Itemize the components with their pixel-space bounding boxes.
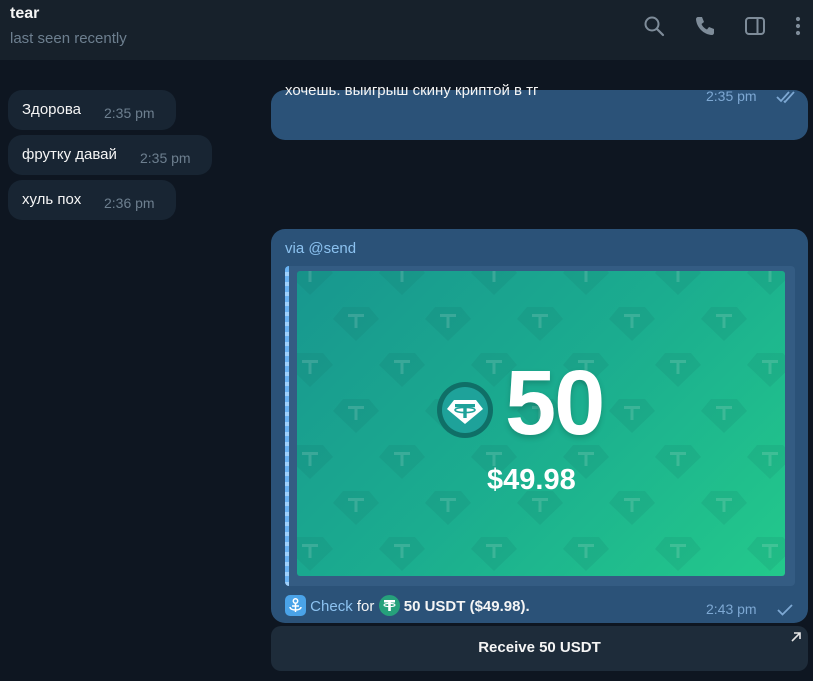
- crypto-check-message[interactable]: via @send 50 $49.98 Check for 50 USDT ($…: [271, 229, 808, 623]
- double-check-icon: [776, 90, 798, 104]
- external-link-arrow-icon: [791, 632, 801, 642]
- check-amount: 50: [505, 352, 605, 454]
- message-time: 2:36 pm: [104, 195, 155, 211]
- usdt-coin-icon: [437, 382, 493, 438]
- crypto-bot-icon: [285, 595, 306, 616]
- incoming-message[interactable]: хуль пох 2:36 pm: [8, 180, 176, 220]
- via-bot-label[interactable]: via @send: [285, 240, 356, 257]
- chat-header: tear last seen recently: [0, 0, 813, 60]
- message-text: Здорова: [22, 101, 81, 118]
- check-preview[interactable]: 50 $49.98: [285, 266, 795, 586]
- message-text: хуль пох: [22, 191, 82, 208]
- outgoing-message[interactable]: хочешь. выигрыш скину криптой в тг 2:35 …: [271, 82, 808, 140]
- check-mark-icon: [777, 603, 793, 617]
- message-time: 2:35 pm: [104, 105, 155, 121]
- message-text: фрутку давай: [22, 146, 117, 163]
- receive-usdt-button[interactable]: Receive 50 USDT: [271, 626, 808, 671]
- peer-name[interactable]: tear: [10, 5, 39, 23]
- search-icon[interactable]: [642, 14, 666, 38]
- check-link[interactable]: Check: [310, 598, 353, 615]
- usdt-icon: [378, 595, 400, 616]
- phone-icon[interactable]: [693, 14, 717, 38]
- message-time: 2:35 pm: [140, 150, 191, 166]
- message-time: 2:43 pm: [706, 601, 757, 617]
- message-list[interactable]: хочешь. выигрыш скину криптой в тг 2:35 …: [0, 60, 813, 681]
- incoming-message[interactable]: Здорова 2:35 pm: [8, 90, 176, 130]
- caption-for-text: for: [356, 598, 375, 615]
- check-caption: Check for 50 USDT ($49.98).: [285, 595, 530, 617]
- preview-accent-stripe: [285, 266, 289, 586]
- more-menu-icon[interactable]: [786, 14, 810, 38]
- peer-status: last seen recently: [10, 30, 127, 47]
- check-card-image[interactable]: 50 $49.98: [297, 271, 785, 576]
- check-usd-value: $49.98: [487, 464, 576, 496]
- caption-amount: 50 USDT ($49.98).: [403, 598, 530, 615]
- message-time: 2:35 pm: [706, 88, 757, 104]
- sidebar-toggle-icon[interactable]: [743, 14, 767, 38]
- incoming-message[interactable]: фрутку давай 2:35 pm: [8, 135, 212, 175]
- receive-button-label: Receive 50 USDT: [478, 639, 601, 656]
- message-text: хочешь. выигрыш скину криптой в тг: [285, 82, 539, 99]
